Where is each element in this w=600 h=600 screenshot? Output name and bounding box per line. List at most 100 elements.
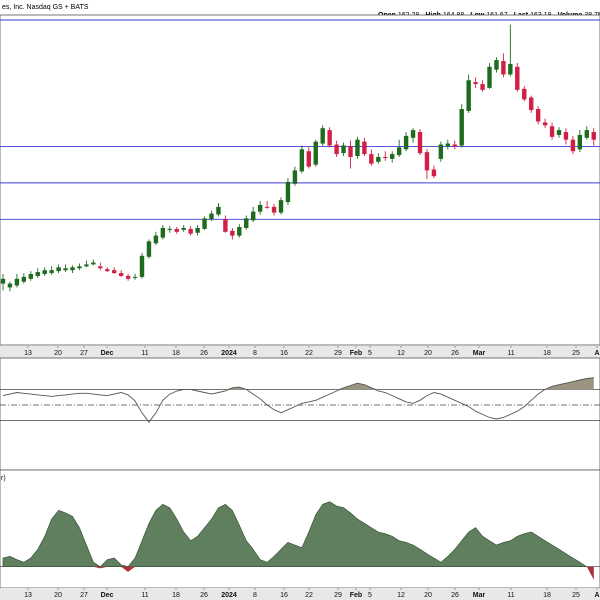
candle-body-83 bbox=[577, 134, 583, 150]
candle-body-82 bbox=[570, 139, 576, 152]
candle-body-23 bbox=[160, 227, 166, 238]
x-tick-bottom-8: 8 bbox=[253, 592, 257, 599]
x-tick-top-11: 29 bbox=[334, 350, 342, 357]
x-tick-top-16: 26 bbox=[451, 350, 459, 357]
candle-body-28 bbox=[195, 227, 200, 233]
candle-body-69 bbox=[480, 84, 485, 90]
candle-body-60 bbox=[417, 132, 423, 154]
candle-body-59 bbox=[410, 130, 416, 138]
x-tick-top-18: 11 bbox=[507, 350, 514, 357]
x-tick-bottom-16: 26 bbox=[451, 592, 459, 599]
x-tick-bottom-4: 11 bbox=[141, 592, 148, 599]
candle-body-20 bbox=[139, 255, 145, 277]
oscillator-panel bbox=[0, 357, 600, 471]
candle-body-58 bbox=[403, 135, 409, 150]
x-tick-top-20: 25 bbox=[572, 350, 580, 357]
candle-body-19 bbox=[132, 276, 138, 278]
candle-body-47 bbox=[327, 130, 332, 146]
x-tick-top-0: 13 bbox=[24, 350, 32, 357]
symbol-title: es, Inc. Nasdaq GS + BATS bbox=[2, 4, 89, 11]
x-tick-top-2: 27 bbox=[80, 350, 88, 357]
candle-body-2 bbox=[14, 278, 20, 286]
x-tick-bottom-18: 11 bbox=[507, 592, 514, 599]
candle-body-53 bbox=[369, 154, 374, 164]
candle-body-34 bbox=[237, 227, 242, 236]
x-tick-bottom-13: 5 bbox=[368, 592, 372, 599]
candle-body-43 bbox=[299, 149, 305, 172]
candle-body-66 bbox=[459, 109, 464, 146]
candle-body-78 bbox=[542, 122, 548, 126]
candle-body-27 bbox=[188, 228, 193, 234]
x-tick-top-21: A bbox=[594, 350, 599, 357]
x-tick-top-19: 18 bbox=[543, 350, 551, 357]
candle-body-4 bbox=[28, 274, 33, 279]
candle-body-77 bbox=[535, 109, 541, 122]
candle-body-73 bbox=[508, 63, 513, 75]
x-tick-top-14: 12 bbox=[397, 350, 405, 357]
candle-body-80 bbox=[556, 130, 562, 135]
x-tick-bottom-7: 2024 bbox=[221, 592, 237, 599]
x-tick-bottom-3: Dec bbox=[101, 592, 114, 599]
candle-body-75 bbox=[522, 88, 527, 100]
candle-body-33 bbox=[230, 230, 235, 236]
x-tick-bottom-12: Feb bbox=[350, 592, 362, 599]
candle-body-62 bbox=[431, 169, 437, 177]
candle-body-81 bbox=[563, 132, 569, 140]
candle-body-7 bbox=[49, 270, 54, 274]
candle-body-15 bbox=[105, 269, 110, 272]
x-tick-bottom-20: 25 bbox=[572, 592, 580, 599]
candle-body-36 bbox=[251, 211, 256, 221]
candle-body-85 bbox=[591, 132, 596, 140]
x-tick-bottom-21: A bbox=[594, 592, 599, 599]
x-tick-bottom-19: 18 bbox=[543, 592, 551, 599]
x-tick-bottom-17: Mar bbox=[473, 592, 486, 599]
candle-body-3 bbox=[21, 276, 27, 282]
x-tick-top-1: 20 bbox=[54, 350, 62, 357]
x-tick-top-15: 20 bbox=[424, 350, 432, 357]
stock-chart: es, Inc. Nasdaq GS + BATS Open162.28High… bbox=[0, 4, 600, 600]
candle-body-17 bbox=[118, 273, 124, 276]
candle-body-65 bbox=[452, 144, 457, 147]
candle-body-40 bbox=[278, 200, 284, 213]
candle-body-39 bbox=[271, 206, 277, 213]
candle-body-26 bbox=[181, 227, 186, 230]
candle-body-14 bbox=[98, 266, 103, 269]
candle-body-38 bbox=[264, 206, 270, 208]
candle-body-32 bbox=[223, 219, 228, 232]
x-tick-bottom-1: 20 bbox=[54, 592, 62, 599]
candle-body-71 bbox=[494, 60, 499, 70]
candle-body-48 bbox=[334, 144, 339, 155]
candle-body-61 bbox=[424, 152, 430, 171]
candle-body-12 bbox=[84, 264, 89, 267]
candle-body-52 bbox=[362, 141, 367, 155]
candle-body-35 bbox=[244, 218, 249, 228]
candle-body-44 bbox=[306, 151, 311, 167]
candle-body-70 bbox=[487, 66, 492, 88]
candle-body-76 bbox=[529, 97, 534, 110]
x-tick-bottom-6: 26 bbox=[200, 592, 208, 599]
candle-body-10 bbox=[70, 267, 75, 271]
candle-body-1 bbox=[7, 283, 13, 288]
candle-body-56 bbox=[390, 154, 395, 159]
candle-body-8 bbox=[56, 267, 61, 272]
candle-body-68 bbox=[473, 82, 478, 85]
candle-body-31 bbox=[216, 206, 221, 215]
candle-body-84 bbox=[584, 130, 589, 138]
candle-body-37 bbox=[257, 204, 263, 212]
x-tick-bottom-9: 16 bbox=[280, 592, 288, 599]
candle-body-55 bbox=[383, 156, 388, 158]
x-tick-top-7: 2024 bbox=[221, 350, 237, 357]
candle-body-18 bbox=[125, 275, 131, 279]
x-tick-top-4: 11 bbox=[141, 350, 148, 357]
candle-body-45 bbox=[313, 141, 318, 165]
indicator-title: r) bbox=[1, 475, 6, 482]
x-tick-top-17: Mar bbox=[473, 350, 486, 357]
x-tick-bottom-0: 13 bbox=[24, 592, 32, 599]
x-tick-top-13: 5 bbox=[368, 350, 372, 357]
x-tick-top-8: 8 bbox=[253, 350, 257, 357]
candle-body-74 bbox=[515, 66, 520, 90]
candle-body-57 bbox=[396, 147, 402, 156]
x-tick-bottom-5: 18 bbox=[172, 592, 180, 599]
candle-body-51 bbox=[355, 139, 360, 157]
candle-body-79 bbox=[549, 126, 555, 137]
